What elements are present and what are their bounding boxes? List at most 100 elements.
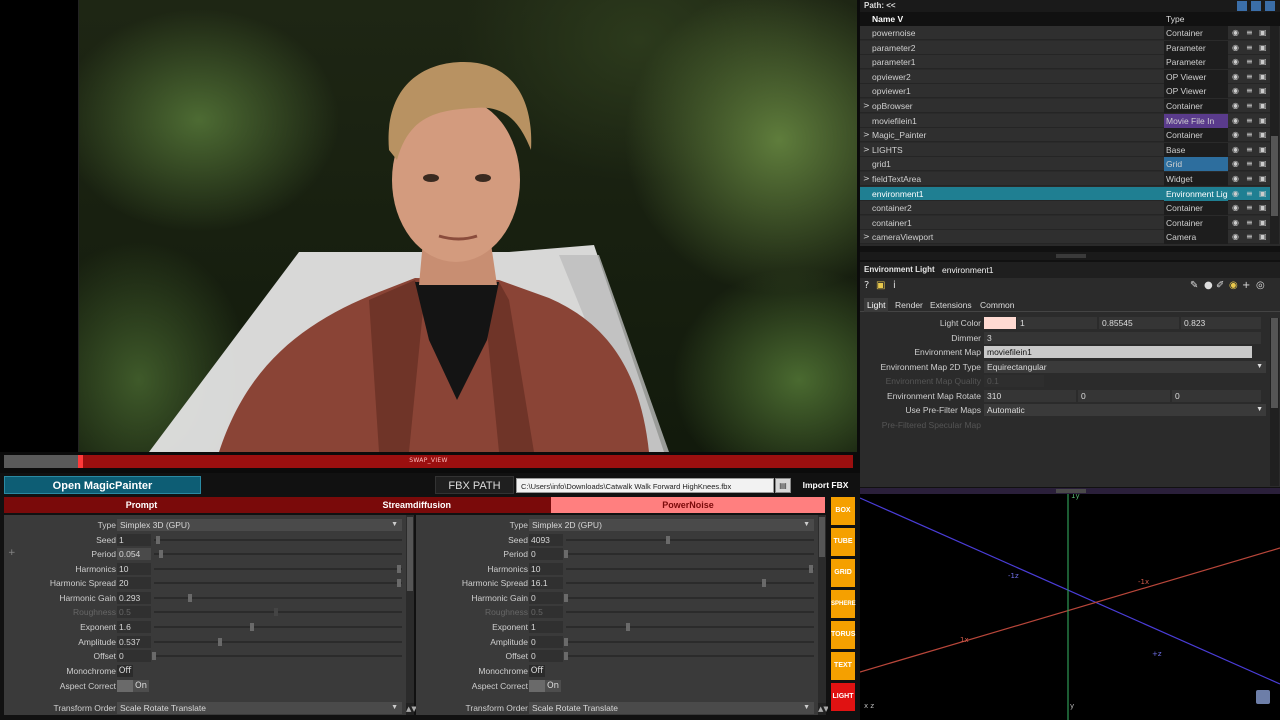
exponent-field[interactable]: 1 bbox=[529, 621, 563, 633]
eye-icon[interactable]: ◉ bbox=[1232, 218, 1240, 227]
list-icon[interactable]: ≡ bbox=[1246, 131, 1254, 139]
eye-icon[interactable]: ◉ bbox=[1232, 29, 1240, 37]
harmonic-spread-slider[interactable] bbox=[154, 579, 402, 587]
seed-slider[interactable] bbox=[566, 536, 814, 544]
harmonic-gain-field[interactable]: 0 bbox=[529, 592, 563, 604]
network-row[interactable]: container1 Container ◉ ≡ ▣ bbox=[860, 215, 1270, 230]
eye-icon[interactable]: ◉ bbox=[1232, 116, 1240, 125]
period-slider[interactable] bbox=[154, 550, 402, 558]
tab-streamdiffusion[interactable]: Streamdiffusion bbox=[279, 497, 551, 513]
aspect-correct-toggle[interactable]: On bbox=[117, 680, 149, 692]
tab-prompt[interactable]: Prompt bbox=[4, 497, 279, 513]
expand-arrow-icon[interactable]: > bbox=[863, 99, 870, 113]
slider-knob[interactable] bbox=[564, 638, 568, 646]
list-icon[interactable]: ≡ bbox=[1246, 218, 1254, 227]
info-icon[interactable]: i bbox=[893, 278, 896, 294]
list-icon[interactable]: ≡ bbox=[1246, 43, 1254, 52]
viewer-icon[interactable]: ▣ bbox=[1259, 131, 1267, 139]
harmonic-spread-field[interactable]: 20 bbox=[117, 577, 151, 589]
environment-map-type-dropdown[interactable]: Equirectangular ▼ bbox=[984, 361, 1266, 373]
network-row[interactable]: parameter2 Parameter ◉ ≡ ▣ bbox=[860, 40, 1270, 55]
light-color-r[interactable]: 1 bbox=[1017, 317, 1097, 329]
box-button[interactable]: BOX bbox=[831, 497, 855, 525]
viewer-icon[interactable]: ▣ bbox=[1259, 189, 1267, 198]
eye-icon[interactable]: ◉ bbox=[1232, 233, 1240, 241]
list-view-icon[interactable] bbox=[1237, 1, 1247, 11]
eye-icon[interactable]: ◉ bbox=[1232, 72, 1240, 81]
harmonic-gain-field[interactable]: 0.293 bbox=[117, 592, 151, 604]
swap-view-progress-bar[interactable]: SWAP_VIEW bbox=[4, 455, 853, 468]
eye-icon[interactable]: ◉ bbox=[1232, 204, 1240, 212]
slider-knob[interactable] bbox=[626, 623, 630, 631]
torus-button[interactable]: TORUS bbox=[831, 621, 855, 649]
amplitude-slider[interactable] bbox=[154, 638, 402, 646]
expand-arrow-icon[interactable]: > bbox=[863, 143, 870, 157]
network-row[interactable]: environment1 Environment Light ◉ ≡ ▣ bbox=[860, 186, 1270, 201]
viewer-icon[interactable]: ▣ bbox=[1259, 145, 1267, 154]
scrollbar-thumb[interactable] bbox=[819, 517, 825, 557]
eye-icon[interactable] bbox=[1251, 1, 1261, 11]
offset-slider[interactable] bbox=[564, 652, 814, 660]
divider-grip[interactable] bbox=[1056, 489, 1086, 493]
slider-knob[interactable] bbox=[564, 652, 568, 660]
viewer-icon[interactable]: ▣ bbox=[1259, 233, 1267, 241]
list-icon[interactable]: ≡ bbox=[1246, 175, 1254, 183]
list-icon[interactable]: ≡ bbox=[1246, 29, 1254, 37]
slider-knob[interactable] bbox=[397, 579, 401, 587]
type-column-header[interactable]: Type bbox=[1166, 12, 1184, 26]
viewer-icon[interactable]: ▣ bbox=[1259, 175, 1267, 183]
harmonics-field[interactable]: 10 bbox=[117, 563, 151, 575]
rotate-x-field[interactable]: 310 bbox=[984, 390, 1076, 402]
exponent-field[interactable]: 1.6 bbox=[117, 621, 151, 633]
operator-name[interactable]: environment1 bbox=[942, 262, 994, 278]
network-row[interactable]: > LIGHTS Base ◉ ≡ ▣ bbox=[860, 142, 1270, 157]
list-icon[interactable]: ≡ bbox=[1246, 145, 1254, 154]
period-field[interactable]: 0.054 bbox=[117, 548, 151, 560]
comment-icon[interactable]: ● bbox=[1204, 278, 1213, 294]
offset-slider[interactable] bbox=[152, 652, 402, 660]
list-icon[interactable]: ≡ bbox=[1246, 233, 1254, 241]
viewer-icon[interactable]: ▣ bbox=[1259, 204, 1267, 212]
eye-icon[interactable]: ◉ bbox=[1232, 131, 1240, 139]
network-row[interactable]: opviewer2 OP Viewer ◉ ≡ ▣ bbox=[860, 69, 1270, 84]
list-icon[interactable]: ≡ bbox=[1246, 72, 1254, 81]
left-panel-scrollbar[interactable]: ▲▼ bbox=[406, 515, 417, 715]
name-column-header[interactable]: Name V bbox=[872, 12, 903, 26]
seed-field[interactable]: 4093 bbox=[529, 534, 563, 546]
slider-knob[interactable] bbox=[762, 579, 766, 587]
viewer-icon[interactable]: ▣ bbox=[1259, 72, 1267, 81]
light-color-swatch[interactable] bbox=[984, 317, 1016, 329]
light-color-g[interactable]: 0.85545 bbox=[1099, 317, 1179, 329]
network-row[interactable]: parameter1 Parameter ◉ ≡ ▣ bbox=[860, 55, 1270, 70]
pane-divider[interactable] bbox=[860, 252, 1280, 260]
viewer-icon[interactable]: ▣ bbox=[1259, 102, 1267, 110]
environment-map-field[interactable]: moviefilein1 bbox=[984, 346, 1252, 358]
offset-field[interactable]: 0 bbox=[117, 650, 151, 662]
video-preview[interactable] bbox=[79, 0, 857, 452]
slider-knob[interactable] bbox=[809, 565, 813, 573]
eye-icon[interactable]: ◉ bbox=[1232, 102, 1240, 110]
slider-knob[interactable] bbox=[218, 638, 222, 646]
light-color-b[interactable]: 0.823 bbox=[1181, 317, 1261, 329]
viewer-icon[interactable]: ▣ bbox=[1259, 116, 1267, 125]
viewer-icon[interactable]: ▣ bbox=[1259, 218, 1267, 227]
import-fbx-button[interactable]: Import FBX bbox=[795, 476, 856, 494]
scrollbar-thumb[interactable] bbox=[1271, 136, 1278, 216]
eye-icon[interactable]: ◉ bbox=[1232, 43, 1240, 52]
slider-knob[interactable] bbox=[188, 594, 192, 602]
seed-field[interactable]: 1 bbox=[117, 534, 151, 546]
slider-knob[interactable] bbox=[564, 550, 568, 558]
harmonic-gain-slider[interactable] bbox=[154, 594, 402, 602]
dimmer-field[interactable]: 3 bbox=[984, 332, 1261, 344]
network-row[interactable]: > Magic_Painter Container ◉ ≡ ▣ bbox=[860, 128, 1270, 143]
open-magicpainter-button[interactable]: Open MagicPainter bbox=[4, 476, 201, 494]
viewer-icon[interactable]: ▣ bbox=[1259, 160, 1267, 168]
eye-icon[interactable]: ◉ bbox=[1232, 87, 1240, 95]
scrollbar-thumb[interactable] bbox=[1271, 318, 1278, 408]
add-icon[interactable]: + bbox=[1242, 278, 1250, 294]
list-icon[interactable]: ≡ bbox=[1246, 204, 1254, 212]
exponent-slider[interactable] bbox=[154, 623, 402, 631]
scroll-arrow-icon[interactable]: ▲▼ bbox=[818, 703, 829, 715]
type-dropdown[interactable]: Simplex 3D (GPU) ▼ bbox=[117, 519, 402, 531]
slider-knob[interactable] bbox=[159, 550, 163, 558]
